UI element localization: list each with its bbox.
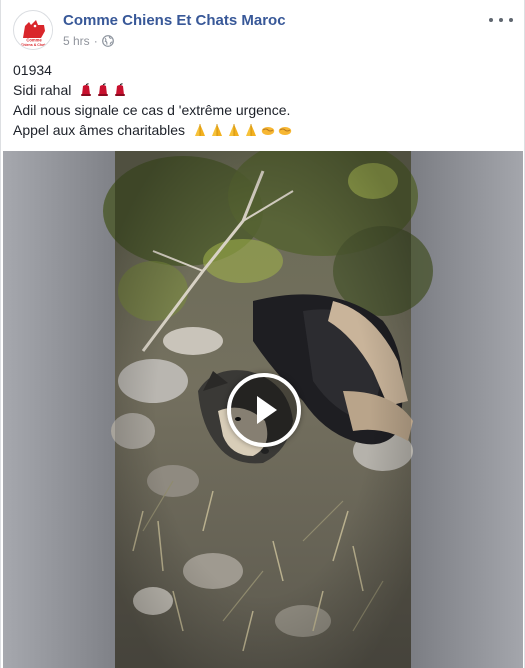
message-line-3: Adil nous signale ce cas d 'extrême urge… bbox=[13, 102, 291, 118]
red-hat-icon bbox=[115, 83, 126, 96]
prayer-emoji-group bbox=[193, 123, 292, 137]
post-meta: 5 hrs · bbox=[63, 34, 114, 48]
folded-hands-icon bbox=[211, 124, 222, 136]
timestamp-link[interactable]: 5 hrs bbox=[63, 34, 90, 48]
handshake-icon bbox=[278, 127, 292, 135]
handshake-icon bbox=[261, 127, 275, 135]
facebook-post: Comme Chiens & Chats Comme Chiens Et Cha… bbox=[0, 0, 525, 668]
globe-icon[interactable] bbox=[101, 35, 114, 47]
avatar[interactable]: Comme Chiens & Chats bbox=[13, 10, 53, 50]
message-line-1: 01934 bbox=[13, 62, 52, 78]
message-line-4: Appel aux âmes charitables bbox=[13, 120, 513, 140]
video-player[interactable] bbox=[3, 151, 523, 668]
page-logo: Comme Chiens & Chats bbox=[15, 12, 52, 49]
message-line-4-text: Appel aux âmes charitables bbox=[13, 122, 185, 138]
red-hat-icon bbox=[81, 83, 92, 96]
message-line-2: Sidi rahal bbox=[13, 80, 513, 100]
avatar-text-2: Chiens & Chats bbox=[21, 43, 48, 47]
red-hat-icon bbox=[98, 83, 109, 96]
avatar-text-1: Comme bbox=[26, 38, 42, 43]
folded-hands-icon bbox=[194, 124, 205, 136]
message-line-2-text: Sidi rahal bbox=[13, 82, 72, 98]
folded-hands-icon bbox=[228, 124, 239, 136]
page-name-link[interactable]: Comme Chiens Et Chats Maroc bbox=[63, 12, 286, 29]
post-header: Comme Chiens & Chats Comme Chiens Et Cha… bbox=[13, 10, 513, 52]
play-icon[interactable] bbox=[227, 373, 301, 447]
red-hat-emoji-group bbox=[79, 83, 127, 97]
more-options-icon[interactable] bbox=[489, 12, 513, 28]
post-message: 01934 Sidi rahal Adil nous signale ce ca… bbox=[13, 60, 513, 140]
meta-separator: · bbox=[93, 34, 98, 48]
folded-hands-icon bbox=[245, 124, 256, 136]
